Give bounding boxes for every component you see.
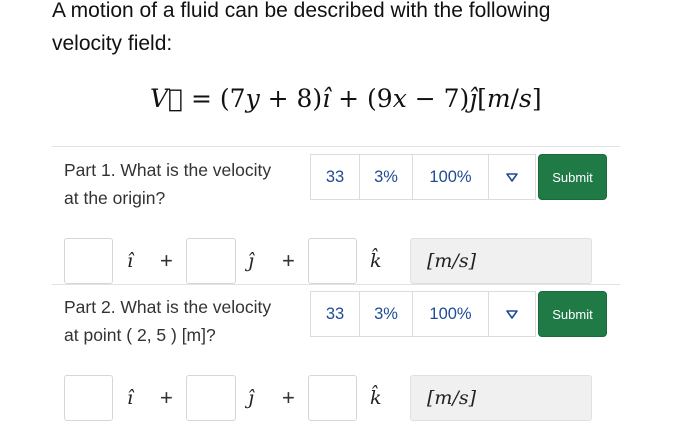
part-2-question: Part 2. What is the velocity at point ( …	[64, 293, 299, 349]
part-2-line-2: at point ( 2, 5 ) [m]?	[64, 325, 216, 345]
part-2-stats: 33 3% 100%	[310, 291, 536, 337]
part-1-j-hat: ĵ	[248, 250, 254, 272]
part-2-k-input[interactable]	[308, 375, 357, 421]
part-2-plus-2: +	[282, 385, 295, 410]
part-1-line-2: at the origin?	[64, 188, 166, 208]
velocity-field-equation: V⃗ = (7y + 8)î + (9x − 7)ĵ[m/s]	[150, 84, 542, 113]
part-2-j-hat: ĵ	[248, 387, 254, 409]
eq-part: [	[477, 84, 487, 113]
eq-unit-m: m	[486, 84, 511, 113]
part-2-j-input[interactable]	[186, 375, 236, 421]
part-2-unit: [m/s]	[410, 375, 592, 421]
part-1-k-hat: k̂	[370, 250, 382, 272]
part-2-submit-button[interactable]: Submit	[538, 291, 607, 337]
part-2-penalty: 3%	[359, 291, 413, 337]
part-2-answer-row: î + ĵ + k̂ [m/s]	[64, 375, 592, 421]
part-1-penalty: 3%	[359, 154, 413, 200]
eq-part: ]	[531, 84, 542, 113]
problem-statement: A motion of a fluid can be described wit…	[52, 0, 652, 60]
part-1-line-1: Part 1. What is the velocity	[64, 160, 272, 180]
part-1-plus-1: +	[160, 248, 173, 273]
eq-part: = (7	[183, 84, 246, 113]
part-2-score: 100%	[412, 291, 489, 337]
part-1-attempts: 33	[310, 154, 360, 200]
part-1-unit: [m/s]	[410, 238, 592, 284]
part-2-i-input[interactable]	[64, 375, 113, 421]
problem-line-2: velocity field:	[52, 32, 173, 55]
part-1-question: Part 1. What is the velocity at the orig…	[64, 156, 299, 212]
part-1-j-input[interactable]	[186, 238, 236, 284]
part-1-i-hat: î	[127, 250, 134, 272]
eq-i-hat: î	[322, 84, 331, 113]
eq-v-vector: V⃗	[150, 84, 184, 113]
part-2-attempts: 33	[310, 291, 360, 337]
part-2-plus-1: +	[160, 385, 173, 410]
part-1-submit-button[interactable]: Submit	[538, 154, 607, 200]
part-1-dropdown[interactable]	[488, 154, 536, 200]
eq-var-y: y	[245, 84, 260, 113]
eq-j-hat: ĵ	[469, 84, 478, 113]
part-2-k-hat: k̂	[370, 387, 382, 409]
part-1-stats: 33 3% 100%	[310, 154, 536, 200]
eq-part: /	[510, 84, 519, 113]
part-1-i-input[interactable]	[64, 238, 113, 284]
part-1-score: 100%	[412, 154, 489, 200]
part-2-line-1: Part 2. What is the velocity	[64, 297, 272, 317]
part-1-answer-row: î + ĵ + k̂ [m/s]	[64, 238, 592, 284]
eq-unit-s: s	[518, 84, 532, 113]
eq-part: + 8)	[259, 84, 323, 113]
eq-part: + (9	[330, 84, 393, 113]
part-2-dropdown[interactable]	[488, 291, 536, 337]
part-1-k-input[interactable]	[308, 238, 357, 284]
eq-var-x: x	[392, 84, 407, 113]
part-2-i-hat: î	[127, 387, 134, 409]
divider	[52, 146, 620, 147]
triangle-down-outline-icon	[506, 172, 518, 182]
problem-line-1: A motion of a fluid can be described wit…	[52, 0, 551, 22]
eq-part: − 7)	[406, 84, 470, 113]
divider	[52, 284, 620, 285]
triangle-down-outline-icon	[506, 309, 518, 319]
part-1-plus-2: +	[282, 248, 295, 273]
